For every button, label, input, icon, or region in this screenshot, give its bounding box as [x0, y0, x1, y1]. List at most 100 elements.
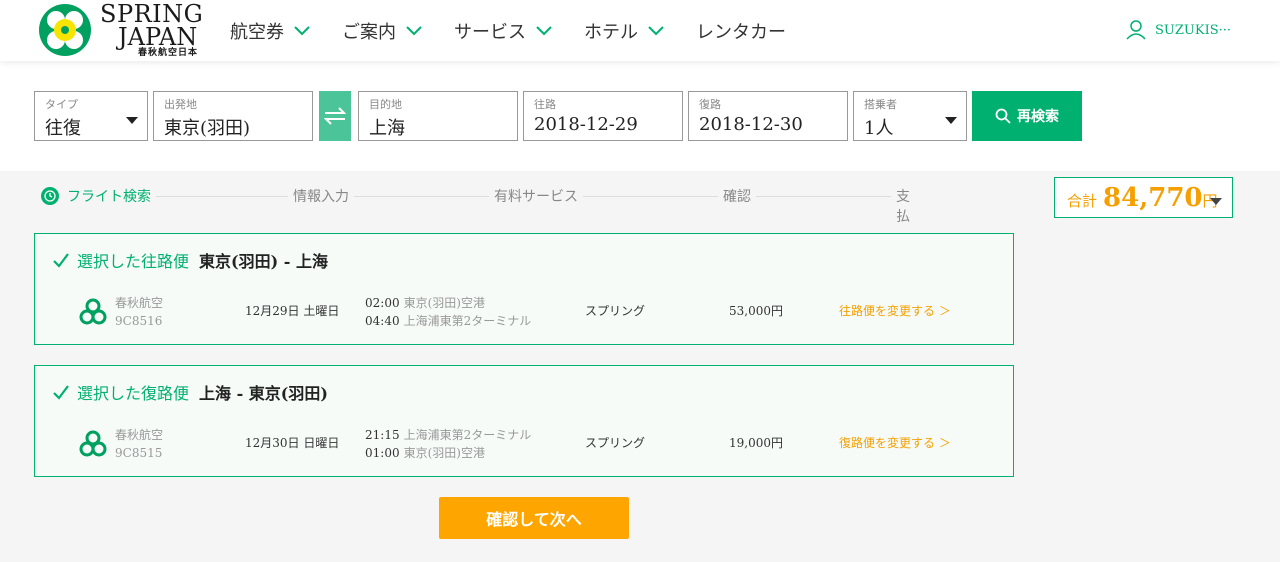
fare-type: スプリング [585, 304, 646, 318]
field-label: 目的地 [369, 98, 402, 111]
field-value: 2018-12-30 [699, 114, 803, 135]
card-header: 選択した復路便 上海 - 東京(羽田) [53, 380, 328, 404]
outbound-date-field[interactable]: 往路 2018-12-29 [523, 91, 683, 141]
step-confirm: 確認 [718, 186, 756, 206]
flight-price: 53,000円 [729, 304, 783, 318]
step-divider [754, 196, 894, 197]
flight-date: 12月29日 土曜日 [245, 304, 340, 318]
step-divider [152, 196, 292, 197]
caret-down-icon [1210, 198, 1222, 205]
step-label: 確認 [723, 189, 751, 205]
main-nav: 航空券 ご案内 サービス ホテル レンタカー [230, 18, 818, 44]
airline-info: 春秋航空 9C8515 [115, 426, 163, 462]
selected-label: 選択した復路便 [77, 384, 190, 403]
user-menu[interactable]: SUZUKIS··· [1125, 20, 1231, 40]
research-label: 再検索 [1017, 109, 1059, 125]
fare-type: スプリング [585, 436, 646, 450]
airline-name: 春秋航空 [115, 428, 164, 442]
passengers-select[interactable]: 搭乗者 1人 [853, 91, 967, 141]
logo-line-2: JAPAN [118, 23, 198, 51]
nav-item-rentacar[interactable]: レンタカー [696, 18, 786, 44]
field-value: 2018-12-29 [534, 114, 638, 135]
spring-japan-logo[interactable]: SPRING JAPAN 春秋航空日本 [34, 2, 203, 58]
nav-label: サービス [454, 22, 526, 43]
airline-logo-icon [79, 298, 107, 325]
check-icon [53, 253, 69, 268]
flight-number: 9C8516 [115, 314, 163, 328]
arrival-time: 04:40 [365, 314, 400, 328]
field-value: 東京(羽田) [164, 118, 251, 139]
logo-line-3: 春秋航空日本 [138, 48, 199, 58]
nav-label: ご案内 [342, 22, 396, 43]
change-return-link[interactable]: 復路便を変更する ＞ [839, 434, 951, 451]
nav-item-flights[interactable]: 航空券 [230, 18, 310, 44]
check-icon [53, 385, 69, 400]
return-flight-card: 選択した復路便 上海 - 東京(羽田) 春秋航空 9C8515 12月30日 日… [34, 365, 1014, 477]
arrival-airport: 東京(羽田)空港 [403, 446, 485, 460]
clock-icon [41, 187, 59, 205]
step-flight-search: フライト検索 [36, 186, 156, 206]
field-label: 出発地 [164, 98, 197, 111]
nav-item-services[interactable]: サービス [454, 18, 552, 44]
step-label: フライト検索 [67, 189, 151, 205]
logo-mark-icon [39, 4, 91, 56]
arrival-time: 01:00 [365, 446, 400, 460]
destination-field[interactable]: 目的地 上海 [358, 91, 518, 141]
swap-arrows-icon [324, 107, 346, 125]
search-bar: タイプ 往復 出発地 東京(羽田) 目的地 上海 往路 2018-12-29 復… [0, 61, 1280, 171]
user-name: SUZUKIS··· [1155, 22, 1232, 38]
flight-date: 12月30日 日曜日 [245, 436, 340, 450]
step-label: 有料サービス [494, 189, 578, 205]
departure-airport: 上海浦東第2ターミナル [403, 428, 532, 442]
nav-label: レンタカー [696, 22, 786, 43]
user-icon [1126, 20, 1146, 40]
step-divider [352, 196, 492, 197]
field-value: 上海 [369, 118, 405, 139]
departure-time: 21:15 [365, 428, 400, 442]
chevron-down-icon [406, 26, 422, 36]
nav-label: ホテル [584, 22, 638, 43]
step-info-input: 情報入力 [288, 186, 354, 206]
site-header: SPRING JAPAN 春秋航空日本 航空券 ご案内 サービス ホテル レンタ… [0, 0, 1280, 61]
origin-field[interactable]: 出発地 東京(羽田) [153, 91, 313, 141]
caret-down-icon [126, 117, 138, 124]
chevron-down-icon [536, 26, 552, 36]
selected-label: 選択した往路便 [77, 252, 190, 271]
step-label: 情報入力 [293, 189, 349, 205]
step-paid-services: 有料サービス [489, 186, 583, 206]
nav-item-hotel[interactable]: ホテル [584, 18, 664, 44]
confirm-next-button[interactable]: 確認して次へ [439, 497, 629, 539]
flight-price: 19,000円 [729, 436, 783, 450]
chevron-down-icon [648, 26, 664, 36]
field-value: 1人 [864, 118, 894, 139]
trip-type-select[interactable]: タイプ 往復 [34, 91, 148, 141]
chevron-down-icon [294, 26, 310, 36]
total-value: 84,770 [1103, 182, 1203, 213]
step-label: 支払 [896, 189, 910, 225]
arrival-airport: 上海浦東第2ターミナル [403, 314, 532, 328]
flight-times: 21:15 上海浦東第2ターミナル 01:00 東京(羽田)空港 [365, 426, 531, 462]
outbound-flight-card: 選択した往路便 東京(羽田) - 上海 春秋航空 9C8516 12月29日 土… [34, 233, 1014, 345]
research-button[interactable]: 再検索 [972, 91, 1082, 141]
swap-route-button[interactable] [319, 91, 351, 141]
airline-logo-icon [79, 430, 107, 457]
airline-info: 春秋航空 9C8516 [115, 294, 163, 330]
change-outbound-link[interactable]: 往路便を変更する ＞ [839, 302, 951, 319]
airline-name: 春秋航空 [115, 296, 164, 310]
caret-down-icon [945, 117, 957, 124]
total-price-dropdown[interactable]: 合計 84,770 円 [1054, 177, 1233, 218]
field-value: 往復 [45, 118, 81, 139]
field-label: タイプ [45, 98, 78, 111]
nav-item-guide[interactable]: ご案内 [342, 18, 422, 44]
flight-times: 02:00 東京(羽田)空港 04:40 上海浦東第2ターミナル [365, 294, 531, 330]
step-divider [582, 196, 722, 197]
logo-text: SPRING JAPAN 春秋航空日本 [100, 2, 203, 58]
departure-time: 02:00 [365, 296, 400, 310]
flight-number: 9C8515 [115, 446, 163, 460]
return-date-field[interactable]: 復路 2018-12-30 [688, 91, 848, 141]
field-label: 搭乗者 [864, 98, 897, 111]
step-payment: 支払 [891, 186, 924, 226]
route-label: 東京(羽田) - 上海 [199, 252, 328, 271]
progress-steps: フライト検索 情報入力 有料サービス 確認 支払 [34, 178, 924, 226]
departure-airport: 東京(羽田)空港 [403, 296, 485, 310]
